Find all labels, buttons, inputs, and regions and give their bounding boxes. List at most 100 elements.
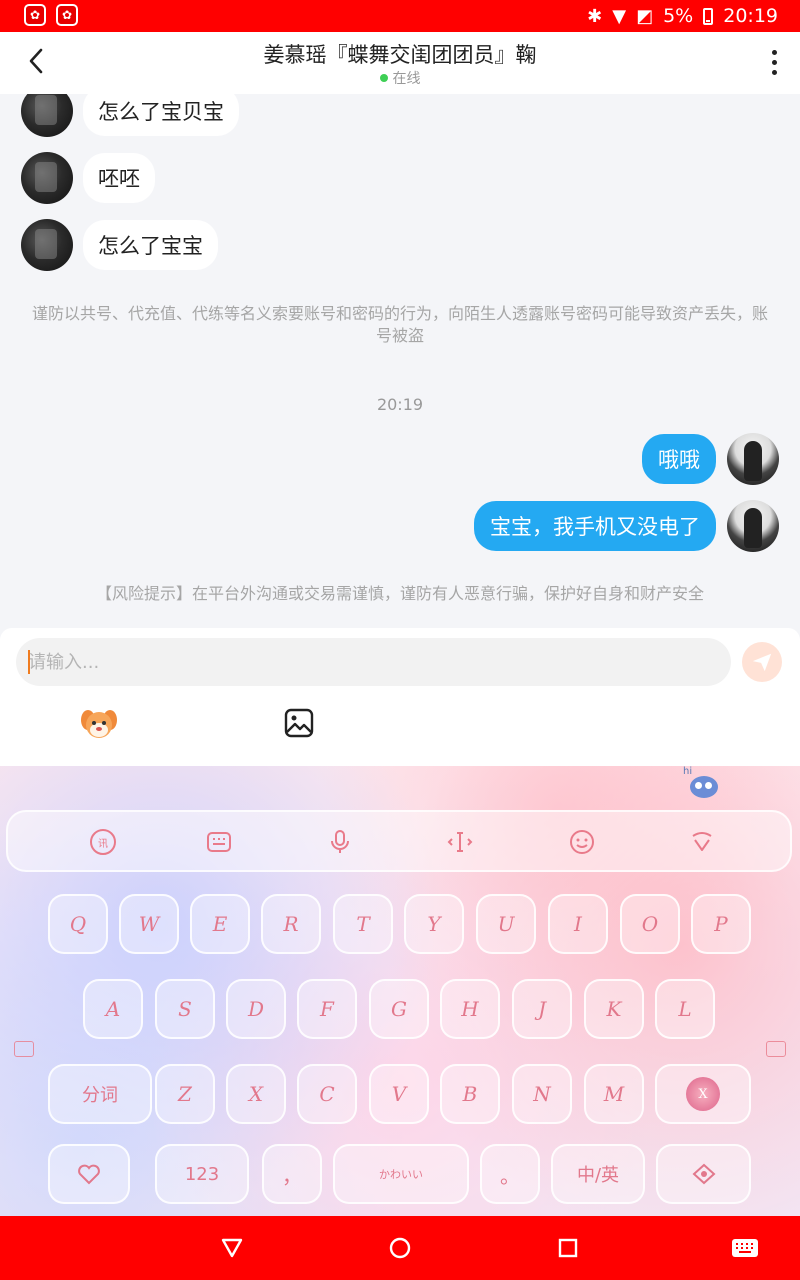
risk-notice: 【风险提示】在平台外沟通或交易需谨慎，谨防有人恶意行骗，保护好自身和财产安全	[95, 584, 704, 603]
key-y[interactable]: Y	[404, 894, 464, 954]
numeric-key[interactable]: 123	[155, 1144, 249, 1204]
space-key[interactable]: かわいい	[333, 1144, 469, 1204]
key-b[interactable]: B	[440, 1064, 500, 1124]
collapse-keyboard-button[interactable]	[684, 824, 720, 860]
keyboard-switch-button[interactable]	[730, 1234, 760, 1262]
key-w[interactable]: W	[119, 894, 179, 954]
avatar[interactable]	[727, 500, 779, 552]
page-title: 姜慕瑶『蝶舞交闺团团员』鞠	[263, 43, 537, 67]
cursor-move-button[interactable]	[442, 824, 478, 860]
key-c[interactable]: C	[297, 1064, 357, 1124]
key-o[interactable]: O	[620, 894, 680, 954]
text-edit-icon[interactable]	[766, 1041, 786, 1057]
sticker-button[interactable]	[80, 706, 118, 742]
baidu-app-icon-2: ✿	[56, 4, 78, 26]
key-m[interactable]: M	[584, 1064, 644, 1124]
avatar[interactable]	[21, 219, 73, 271]
text-caret	[28, 650, 30, 674]
avatar[interactable]	[727, 433, 779, 485]
ime-logo-button[interactable]: 讯	[85, 824, 121, 860]
symbol-heart-icon	[78, 1164, 100, 1185]
delete-icon: X	[686, 1077, 720, 1111]
more-dots-icon	[772, 50, 777, 55]
keyboard-toolbar: 讯	[6, 810, 792, 872]
square-recents-icon	[558, 1238, 578, 1258]
message-timestamp: 20:19	[376, 395, 424, 414]
system-nav-bar	[0, 1216, 800, 1280]
circle-home-icon	[389, 1237, 411, 1259]
message-incoming: 怎么了宝贝宝	[21, 94, 239, 137]
key-t[interactable]: T	[333, 894, 393, 954]
key-g[interactable]: G	[369, 979, 429, 1039]
key-u[interactable]: U	[476, 894, 536, 954]
message-bubble[interactable]: 呸呸	[83, 153, 155, 203]
key-j[interactable]: J	[512, 979, 572, 1039]
security-notice: 谨防以共号、代充值、代练等名义索要账号和密码的行为，向陌生人透露账号密码可能导致…	[31, 304, 768, 345]
cursor-icon	[447, 832, 473, 852]
key-k[interactable]: K	[584, 979, 644, 1039]
keyboard-grid-icon	[207, 832, 231, 852]
hi-label: hi	[683, 766, 693, 777]
soft-keyboard: hi 讯 Q W E R T Y U I O P A S D F G H J K…	[0, 766, 800, 1216]
key-q[interactable]: Q	[48, 894, 108, 954]
enter-icon	[692, 1163, 715, 1185]
message-list[interactable]: 怎么了宝贝宝 呸呸 怎么了宝宝 谨防以共号、代充值、代练等名义索要账号和密码的行…	[0, 94, 800, 628]
microphone-icon	[331, 830, 349, 853]
key-f[interactable]: F	[297, 979, 357, 1039]
online-status: 在线	[0, 68, 800, 88]
clock: 20:19	[723, 5, 778, 27]
key-segment[interactable]: 分词	[48, 1064, 152, 1124]
ime-logo-icon: 讯	[90, 829, 116, 855]
key-s[interactable]: S	[155, 979, 215, 1039]
keyboard-layout-button[interactable]	[201, 824, 237, 860]
message-bubble[interactable]: 宝宝，我手机又没电了	[474, 501, 716, 551]
message-incoming: 呸呸	[21, 152, 155, 204]
emoji-button[interactable]	[564, 824, 600, 860]
key-d[interactable]: D	[226, 979, 286, 1039]
triangle-back-icon	[221, 1238, 243, 1258]
chat-header: 姜慕瑶『蝶舞交闺团团员』鞠 在线	[0, 32, 800, 94]
battery-percent: 5%	[663, 5, 694, 27]
key-i[interactable]: I	[548, 894, 608, 954]
language-switch-key[interactable]: 中/英	[551, 1144, 645, 1204]
key-z[interactable]: Z	[155, 1064, 215, 1124]
keyboard-icon	[732, 1239, 758, 1257]
wifi-icon: ▼	[612, 5, 627, 27]
key-n[interactable]: N	[512, 1064, 572, 1124]
message-bubble[interactable]: 怎么了宝贝宝	[83, 94, 239, 136]
send-button[interactable]	[742, 642, 782, 682]
symbol-key[interactable]	[48, 1144, 130, 1204]
baidu-app-icon: ✿	[24, 4, 46, 26]
bluetooth-icon: ✱	[587, 5, 603, 27]
message-bubble[interactable]: 怎么了宝宝	[83, 220, 218, 270]
enter-key[interactable]	[656, 1144, 751, 1204]
delete-key[interactable]: X	[655, 1064, 751, 1124]
avatar[interactable]	[21, 94, 73, 137]
key-e[interactable]: E	[190, 894, 250, 954]
message-bubble[interactable]: 哦哦	[642, 434, 716, 484]
message-input[interactable]	[16, 638, 731, 686]
key-h[interactable]: H	[440, 979, 500, 1039]
key-l[interactable]: L	[655, 979, 715, 1039]
voice-input-button[interactable]	[322, 824, 358, 860]
key-a[interactable]: A	[83, 979, 143, 1039]
avatar[interactable]	[21, 152, 73, 204]
clipboard-icon[interactable]	[14, 1041, 34, 1057]
comma-key[interactable]: ，	[262, 1144, 322, 1204]
recents-nav-button[interactable]	[554, 1234, 582, 1262]
period-key[interactable]: 。	[480, 1144, 540, 1204]
more-options-button[interactable]	[772, 50, 778, 75]
key-r[interactable]: R	[261, 894, 321, 954]
message-incoming: 怎么了宝宝	[21, 219, 218, 271]
home-nav-button[interactable]	[386, 1234, 414, 1262]
key-x[interactable]: X	[226, 1064, 286, 1124]
back-nav-button[interactable]	[218, 1234, 246, 1262]
image-button[interactable]	[284, 708, 316, 740]
message-outgoing: 哦哦	[642, 433, 779, 485]
send-icon	[752, 653, 772, 672]
battery-icon	[703, 7, 714, 25]
key-p[interactable]: P	[691, 894, 751, 954]
mascot-bird-icon[interactable]	[690, 776, 718, 798]
no-sim-icon: ◩	[636, 5, 654, 27]
key-v[interactable]: V	[369, 1064, 429, 1124]
